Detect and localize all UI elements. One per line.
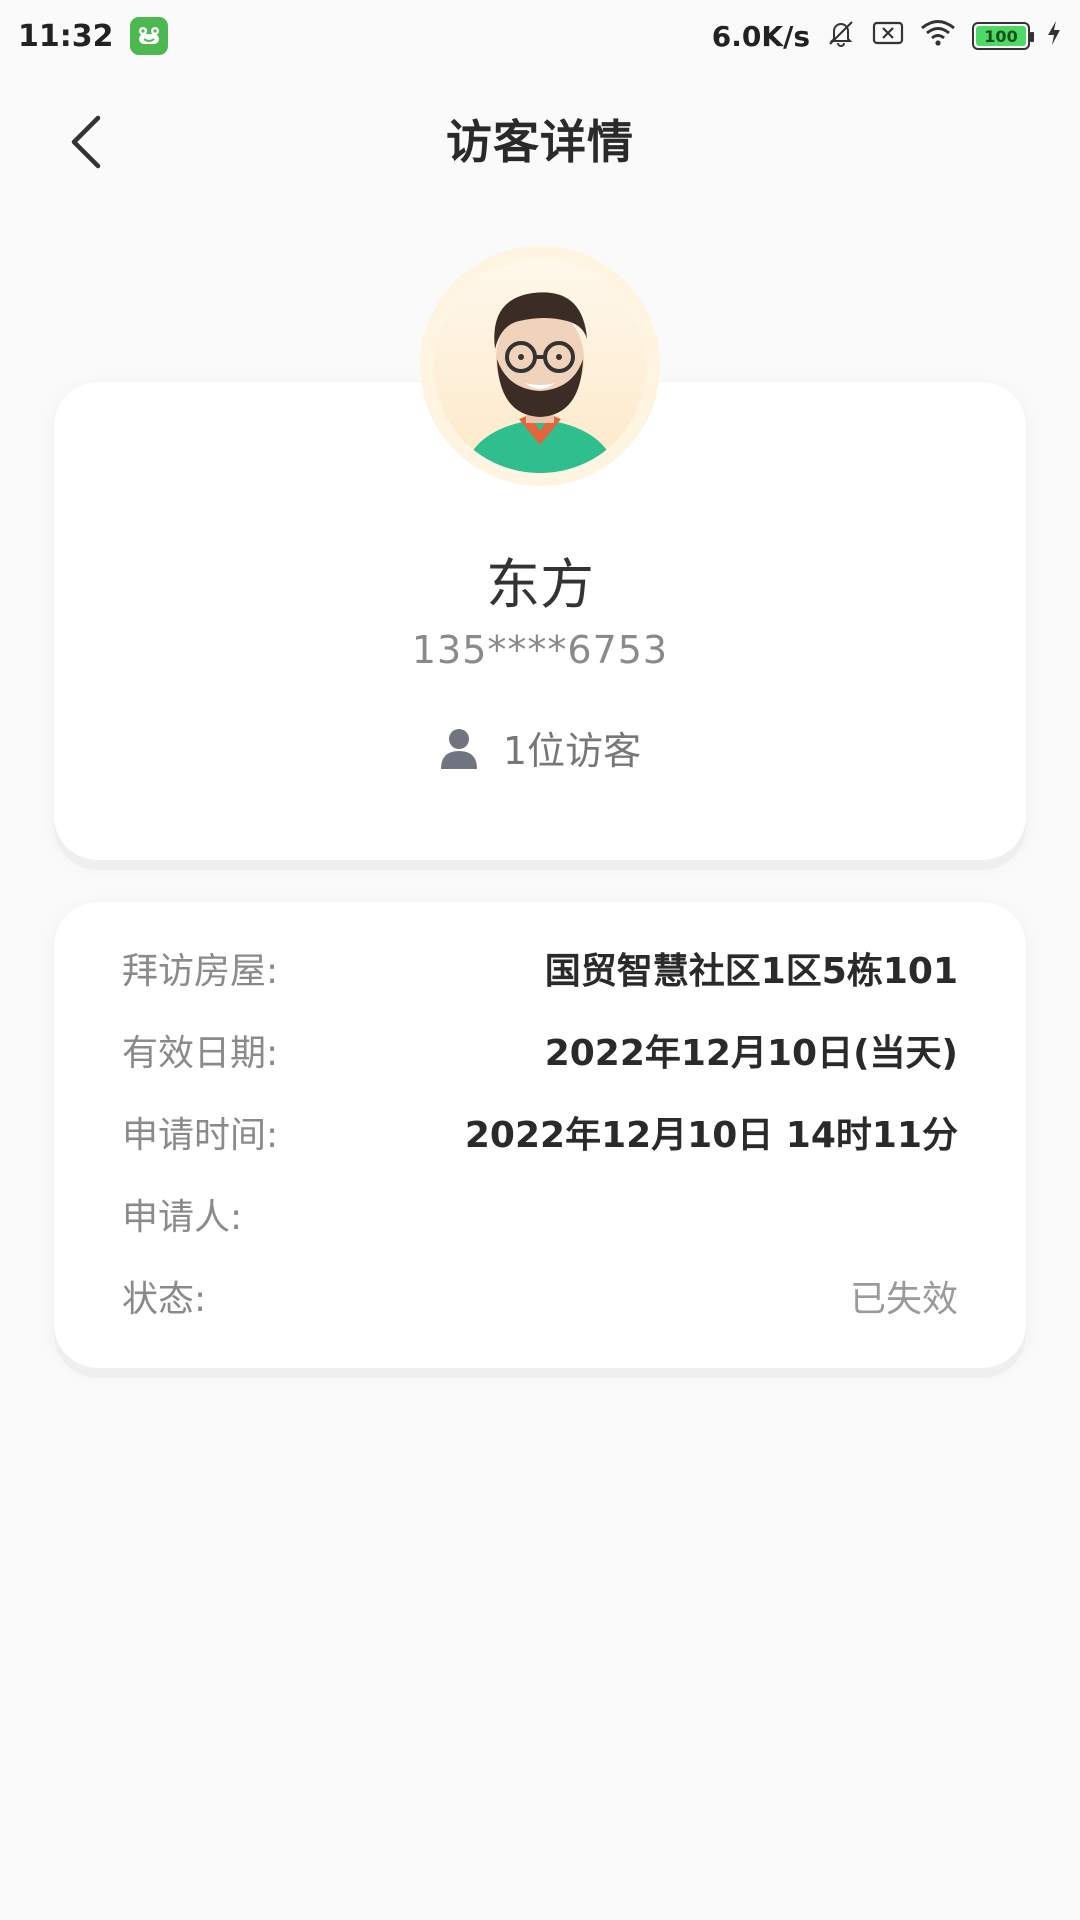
status-time: 11:32 — [18, 18, 114, 54]
detail-label: 拜访房屋: — [122, 951, 279, 992]
detail-value: 2022年12月10日(当天) — [544, 1033, 958, 1074]
page-title: 访客详情 — [446, 115, 634, 169]
visitor-count: 1位访客 — [54, 720, 1026, 775]
bell-off-icon — [826, 18, 856, 55]
lightning-icon — [1046, 20, 1062, 53]
details-card: 拜访房屋: 国贸智慧社区1区5栋101 有效日期: 2022年12月10日(当天… — [54, 902, 1026, 1368]
net-speed: 6.0K/s — [711, 19, 810, 53]
detail-row-valid-date: 有效日期: 2022年12月10日(当天) — [122, 1020, 958, 1080]
visitor-name: 东方 — [486, 553, 594, 616]
detail-row-apply-time: 申请时间: 2022年12月10日 14时11分 — [122, 1102, 958, 1162]
status-bar: 11:32 6.0K/s 100 — [0, 0, 1080, 72]
avatar-ring — [420, 246, 660, 486]
battery-level: 100 — [976, 26, 1026, 46]
status-left: 11:32 — [18, 17, 168, 55]
frog-app-icon — [129, 17, 168, 55]
detail-value: 2022年12月10日 14时11分 — [464, 1115, 958, 1156]
wifi-icon — [920, 19, 956, 54]
detail-label: 申请时间: — [122, 1115, 279, 1156]
detail-row-status: 状态: 已失效 — [122, 1266, 958, 1326]
visitor-count-label: 1位访客 — [502, 729, 642, 773]
no-sim-icon — [872, 20, 904, 53]
header: 访客详情 — [0, 72, 1080, 212]
detail-row-house: 拜访房屋: 国贸智慧社区1区5栋101 — [122, 938, 958, 998]
detail-label: 有效日期: — [122, 1033, 279, 1074]
detail-row-applicant: 申请人: — [122, 1184, 958, 1244]
detail-value: 国贸智慧社区1区5栋101 — [544, 951, 958, 992]
status-right: 6.0K/s 100 — [712, 18, 1062, 55]
visitor-phone: 135****6753 — [411, 628, 669, 672]
person-icon — [440, 728, 477, 769]
avatar — [433, 259, 647, 473]
detail-label: 状态: — [122, 1279, 207, 1320]
detail-label: 申请人: — [122, 1197, 243, 1238]
battery-indicator: 100 — [972, 22, 1034, 50]
status-badge: 已失效 — [849, 1279, 958, 1320]
